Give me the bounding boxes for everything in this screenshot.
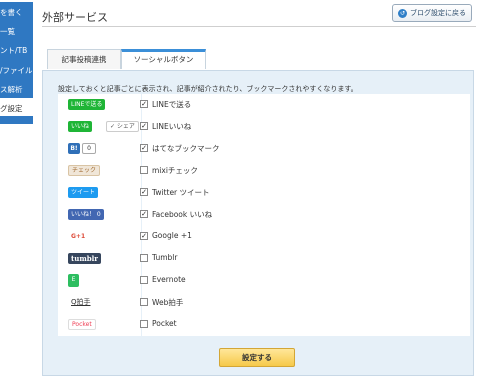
web-clap-label: Web拍手 xyxy=(152,298,184,307)
sidebar-item-files[interactable]: /ファイル xyxy=(0,60,33,81)
web-clap-icon: Q拍手 xyxy=(71,298,91,306)
mixi-check-label: mixiチェック xyxy=(152,166,198,175)
tumblr-checkbox[interactable] xyxy=(140,254,148,262)
save-settings-button[interactable]: 設定する xyxy=(219,348,295,367)
list-item: いいね ✓ シェア ✓ LINEいいね xyxy=(58,116,470,138)
facebook-like-label: Facebook いいね xyxy=(152,210,213,219)
sidebar-divider xyxy=(0,116,33,124)
evernote-checkbox[interactable] xyxy=(140,276,148,284)
sidebar: を書く 一覧 ント/TB /ファイル ス解析 グ設定 xyxy=(0,0,33,380)
sidebar-item-analytics[interactable]: ス解析 xyxy=(0,79,33,100)
mixi-check-icon: チェック xyxy=(68,165,101,176)
list-item: B! 0 ✓ はてなブックマーク xyxy=(58,138,470,160)
hatena-bookmark-checkbox[interactable]: ✓ xyxy=(140,144,148,152)
google-plus-icon: G+1 xyxy=(71,233,86,240)
sidebar-item-write[interactable]: を書く xyxy=(0,2,33,23)
line-send-label: LINEで送る xyxy=(152,100,192,109)
pocket-icon: Pocket xyxy=(68,319,96,330)
list-item: G+1 ✓ Google +1 xyxy=(58,226,470,248)
pocket-label: Pocket xyxy=(152,319,177,328)
title-divider xyxy=(42,26,476,27)
hatena-bookmark-icon: B! xyxy=(68,143,80,154)
evernote-label: Evernote xyxy=(152,275,186,284)
list-item: Q拍手 Web拍手 xyxy=(58,292,470,314)
google-plus-checkbox[interactable]: ✓ xyxy=(140,232,148,240)
list-item: いいね！ 0 ✓ Facebook いいね xyxy=(58,204,470,226)
web-clap-checkbox[interactable] xyxy=(140,298,148,306)
tab-social-buttons[interactable]: ソーシャルボタン xyxy=(121,49,206,69)
twitter-tweet-icon: ツイート xyxy=(68,187,99,198)
line-like-icon: いいね xyxy=(68,121,93,132)
panel-intro: 設定しておくと記事ごとに表示され、記事が紹介されたり、ブックマークされやすくなり… xyxy=(58,85,358,93)
page-title: 外部サービス xyxy=(42,11,108,24)
google-plus-label: Google +1 xyxy=(152,231,192,240)
list-item: ツイート ✓ Twitter ツイート xyxy=(58,182,470,204)
line-like-label: LINEいいね xyxy=(152,122,192,131)
line-like-checkbox[interactable]: ✓ xyxy=(140,122,148,130)
line-send-icon: LINEで送る xyxy=(68,99,106,110)
sidebar-item-list[interactable]: 一覧 xyxy=(0,21,33,42)
hatena-count-badge: 0 xyxy=(82,143,96,154)
list-item: チェック mixiチェック xyxy=(58,160,470,182)
pocket-checkbox[interactable] xyxy=(140,320,148,328)
tumblr-icon: tumblr xyxy=(68,253,101,264)
sidebar-item-comment-tb[interactable]: ント/TB xyxy=(0,40,33,61)
back-arrow-icon: ↺ xyxy=(398,8,407,18)
list-item: E Evernote xyxy=(58,270,470,292)
twitter-tweet-label: Twitter ツイート xyxy=(152,188,210,197)
mixi-check-checkbox[interactable] xyxy=(140,166,148,174)
tab-post-integration[interactable]: 記事投稿連携 xyxy=(47,49,121,69)
list-item: Pocket Pocket xyxy=(58,314,470,336)
tumblr-label: Tumblr xyxy=(152,253,178,262)
hatena-bookmark-label: はてなブックマーク xyxy=(152,144,220,153)
twitter-tweet-checkbox[interactable]: ✓ xyxy=(140,188,148,196)
back-button-label: ブログ設定に戻る xyxy=(410,9,466,17)
evernote-icon: E xyxy=(68,274,79,287)
facebook-like-checkbox[interactable]: ✓ xyxy=(140,210,148,218)
line-share-icon: ✓ シェア xyxy=(106,121,139,132)
list-item: LINEで送る ✓ LINEで送る xyxy=(58,94,470,116)
list-item: tumblr Tumblr xyxy=(58,248,470,270)
back-to-blog-settings-button[interactable]: ↺ ブログ設定に戻る xyxy=(392,4,472,22)
facebook-like-icon: いいね！ 0 xyxy=(68,209,104,220)
line-send-checkbox[interactable]: ✓ xyxy=(140,100,148,108)
